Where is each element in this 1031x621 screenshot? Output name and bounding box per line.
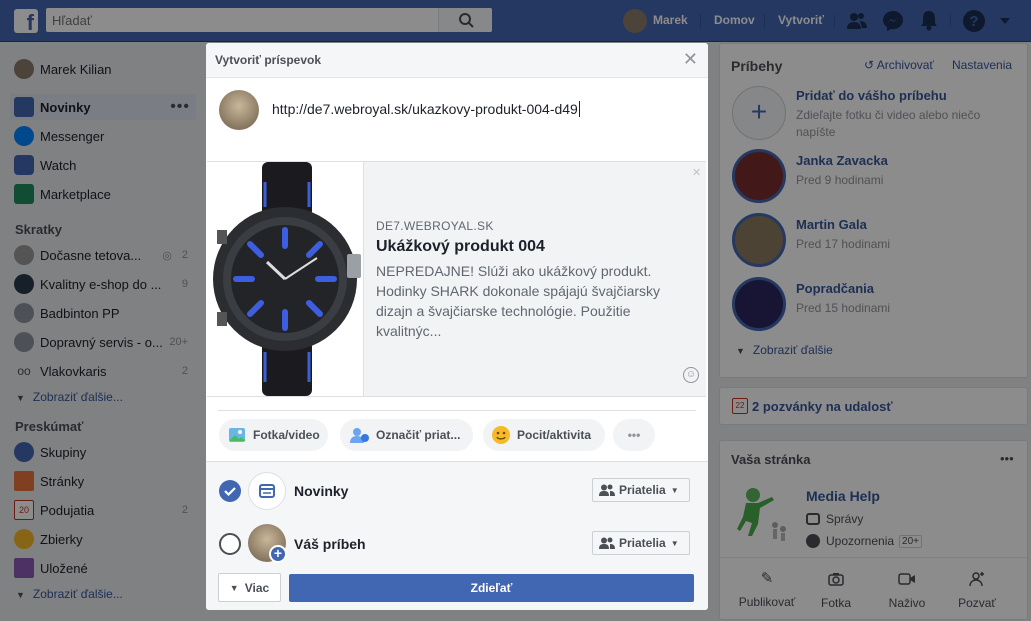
more-button[interactable]: ▼ Viac <box>218 573 281 602</box>
chip-label: Fotka/video <box>253 428 320 442</box>
audience-selector[interactable]: Priatelia ▼ <box>592 478 690 502</box>
chip-label: Označiť priat... <box>376 428 461 442</box>
link-preview-title: Ukážkový produkt 004 <box>376 238 545 255</box>
add-story-badge-icon: + <box>269 545 287 563</box>
emoji-icon[interactable]: ☺ <box>683 367 699 383</box>
destination-news-feed[interactable]: Novinky Priatelia ▼ <box>206 466 708 516</box>
close-icon[interactable]: ✕ <box>683 50 698 68</box>
more-label: Viac <box>244 580 270 595</box>
share-button[interactable]: Zdieľať <box>289 574 694 602</box>
composer-avatar <box>219 90 259 130</box>
destination-label: Novinky <box>294 483 349 499</box>
checkmark-icon <box>224 487 236 497</box>
post-text: http://de7.webroyal.sk/ukazkovy-produkt-… <box>272 101 578 117</box>
watch-product-image <box>213 162 361 396</box>
smiley-icon <box>492 426 510 444</box>
post-text-input[interactable]: http://de7.webroyal.sk/ukazkovy-produkt-… <box>272 101 672 117</box>
friends-icon <box>599 484 615 496</box>
more-options-button[interactable]: ••• <box>613 419 655 451</box>
destination-label: Váš príbeh <box>294 536 366 552</box>
tag-friends-icon <box>350 428 369 443</box>
audience-selector[interactable]: Priatelia ▼ <box>592 531 690 555</box>
chevron-down-icon: ▼ <box>229 582 239 593</box>
dialog-header: Vytvoriť príspevok ✕ <box>206 43 708 78</box>
remove-preview-icon[interactable]: ✕ <box>692 166 701 179</box>
audience-label: Priatelia <box>619 536 666 550</box>
feeling-activity-button[interactable]: Pocit/aktivita <box>483 419 605 451</box>
link-preview-image <box>207 162 364 396</box>
photo-icon <box>229 428 245 442</box>
photo-video-button[interactable]: Fotka/video <box>219 419 328 451</box>
audience-label: Priatelia <box>619 483 666 497</box>
more-options-icon: ••• <box>627 428 641 442</box>
link-preview-description: NEPREDAJNE! Slúži ako ukážkový produkt. … <box>376 263 661 339</box>
checked-checkbox[interactable] <box>219 480 241 502</box>
news-feed-icon <box>248 472 286 510</box>
chip-label: Pocit/aktivita <box>517 428 592 442</box>
dialog-title: Vytvoriť príspevok <box>215 53 322 67</box>
chevron-down-icon: ▼ <box>670 485 679 495</box>
create-post-dialog: Vytvoriť príspevok ✕ http://de7.webroyal… <box>206 43 708 610</box>
unchecked-checkbox[interactable] <box>219 533 241 555</box>
text-cursor <box>578 101 580 117</box>
link-preview[interactable]: ✕ DE7.WEBROYAL.SK Ukážkový produkt 004 N… <box>207 161 706 397</box>
friends-icon <box>599 537 615 549</box>
divider <box>218 410 696 411</box>
destination-your-story[interactable]: + Váš príbeh Priatelia ▼ <box>206 518 708 568</box>
tag-friends-button[interactable]: Označiť priat... <box>340 419 473 451</box>
chevron-down-icon: ▼ <box>670 538 679 548</box>
link-preview-domain: DE7.WEBROYAL.SK <box>376 219 494 233</box>
